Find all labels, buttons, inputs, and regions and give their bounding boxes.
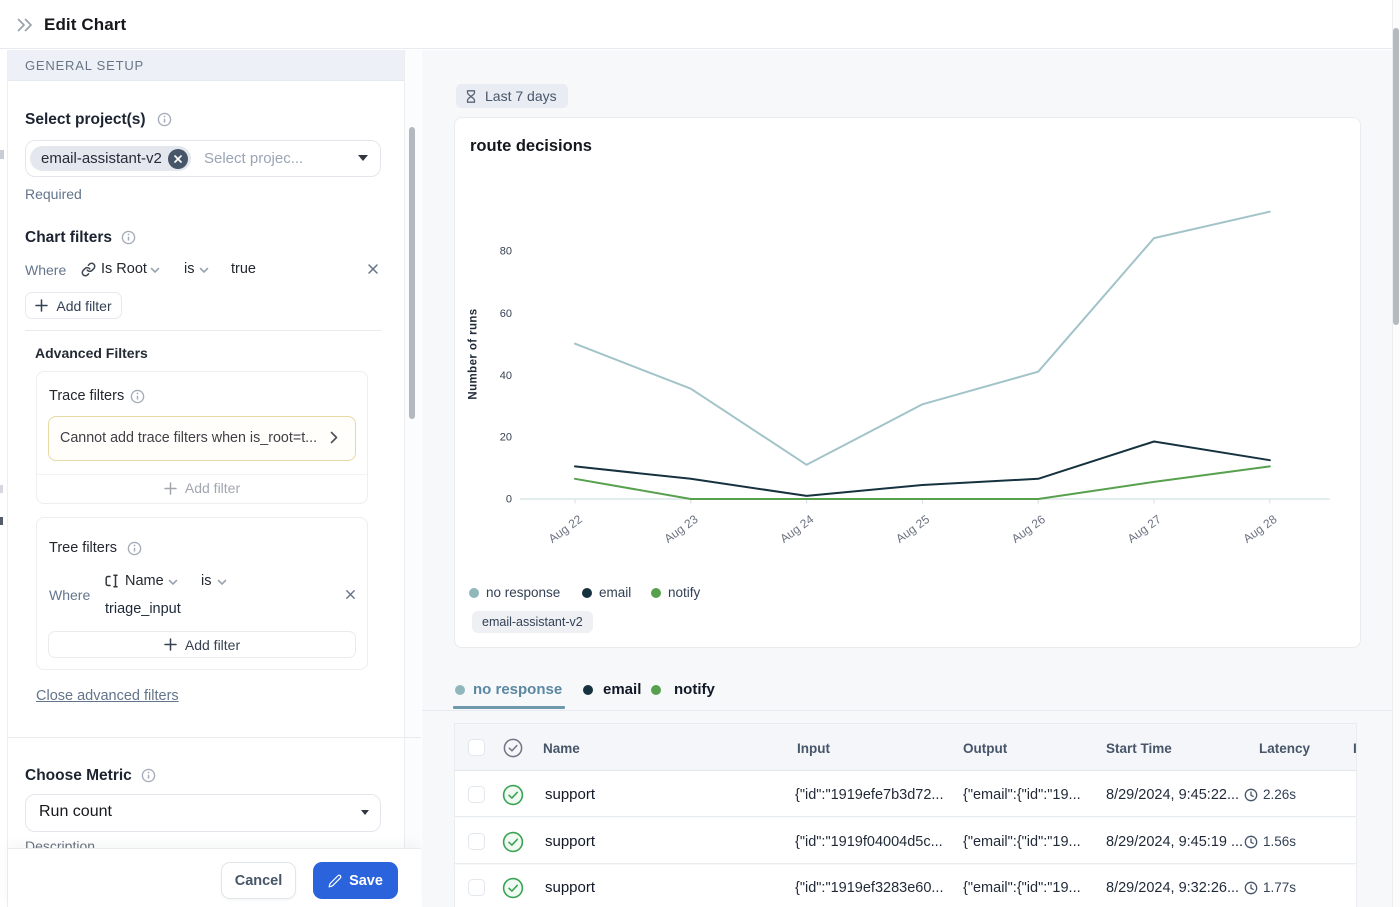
svg-text:Aug 26: Aug 26 (1009, 512, 1048, 546)
svg-text:Aug 23: Aug 23 (662, 512, 701, 546)
svg-text:Aug 24: Aug 24 (777, 512, 816, 546)
svg-text:20: 20 (500, 432, 512, 444)
svg-text:Aug 25: Aug 25 (893, 512, 932, 546)
svg-text:Aug 22: Aug 22 (546, 512, 585, 546)
svg-text:Aug 28: Aug 28 (1241, 512, 1280, 546)
svg-text:Aug 27: Aug 27 (1125, 512, 1164, 546)
svg-text:80: 80 (500, 246, 512, 258)
svg-text:Number of runs: Number of runs (468, 308, 480, 399)
svg-text:60: 60 (500, 308, 512, 320)
svg-text:40: 40 (500, 370, 512, 382)
svg-text:0: 0 (506, 494, 512, 506)
